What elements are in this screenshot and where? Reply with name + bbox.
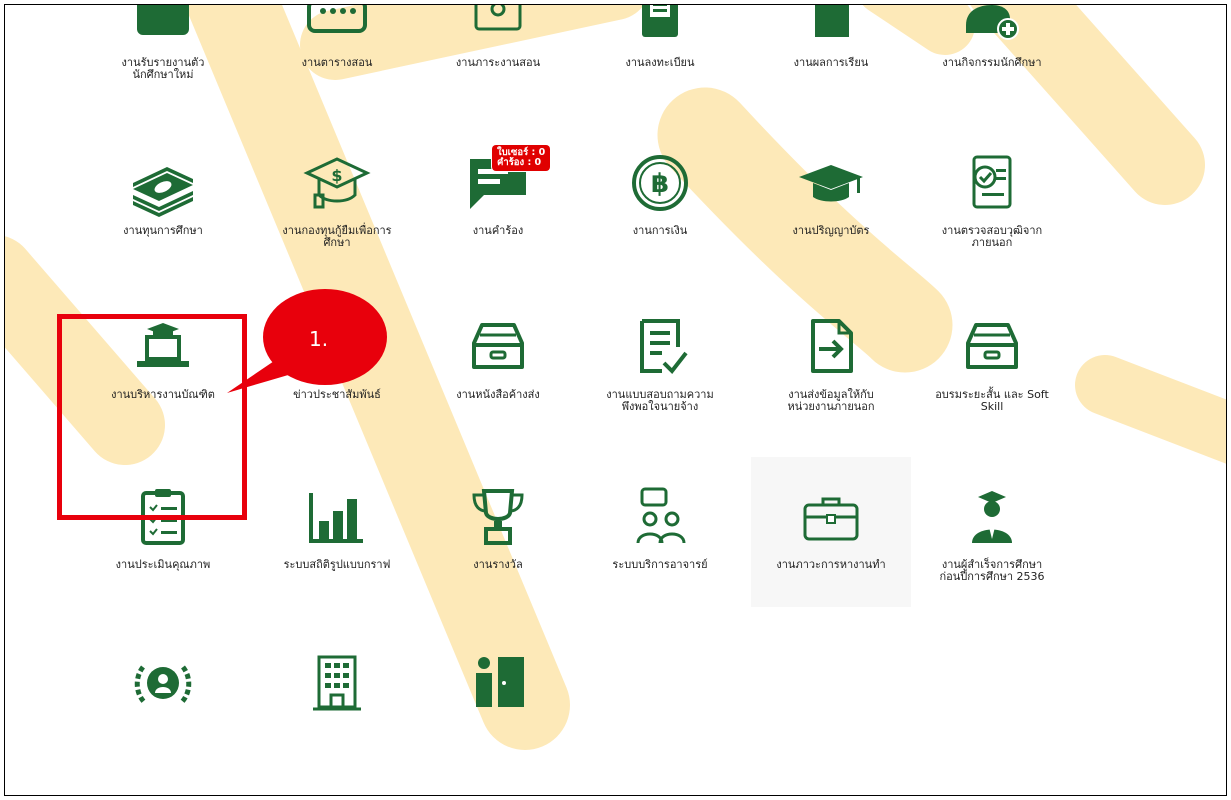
briefcase-icon xyxy=(791,477,871,557)
inbox-tray-icon xyxy=(458,307,538,387)
laurel-group-icon xyxy=(123,643,203,723)
menu-tile[interactable]: ระบบบริการอาจารย์ xyxy=(580,457,740,607)
menu-tile-label: งานรางวัล xyxy=(473,558,523,571)
menu-tile-label: งานแบบสอบถามความ พึงพอใจนายจ้าง xyxy=(606,388,714,413)
building-icon xyxy=(297,643,377,723)
menu-tile[interactable]: งานแบบสอบถามความ พึงพอใจนายจ้าง xyxy=(580,287,740,437)
document-icon xyxy=(791,5,871,55)
menu-tile-label: งานคำร้อง xyxy=(472,224,524,237)
menu-tile[interactable]: งานตรวจสอบวุฒิจาก ภายนอก xyxy=(912,123,1072,273)
menu-tile-label: งานทุนการศึกษา xyxy=(123,224,203,237)
menu-tile-label: งานลงทะเบียน xyxy=(625,56,695,69)
graduation-cap-icon xyxy=(791,143,871,223)
menu-tile[interactable]: งานคำร้อง ใบเซอร์ : 0 คำร้อง : 0 xyxy=(418,123,578,273)
inbox-tray-icon xyxy=(952,307,1032,387)
menu-tile[interactable]: งานตารางสอน xyxy=(257,5,417,105)
menu-tile[interactable]: งานภาระงานสอน xyxy=(418,5,578,105)
menu-tile[interactable]: งานรางวัล xyxy=(418,457,578,607)
certificate-check-icon xyxy=(952,143,1032,223)
consultation-icon xyxy=(620,477,700,557)
loan-cap-icon: $ xyxy=(297,143,377,223)
bar-chart-icon xyxy=(297,477,377,557)
id-card-icon xyxy=(123,5,203,55)
menu-tile[interactable] xyxy=(83,623,243,773)
step-callout-bubble xyxy=(227,289,387,393)
menu-tile[interactable]: ฿งานการเงิน xyxy=(580,123,740,273)
menu-tile[interactable]: งานภาวะการหางานทำ xyxy=(751,457,911,607)
menu-tile-label: งานการเงิน xyxy=(632,224,688,237)
trophy-icon xyxy=(458,477,538,557)
menu-tile-label: งานส่งข้อมูลให้กับ หน่วยงานภายนอก xyxy=(787,388,875,413)
menu-tile[interactable]: งานลงทะเบียน xyxy=(580,5,740,105)
file-export-icon xyxy=(791,307,871,387)
menu-tile-label: งานหนังสือค้างส่ง xyxy=(456,388,540,401)
baht-coin-icon: ฿ xyxy=(620,143,700,223)
menu-tile-label: งานรับรายงานตัว นักศึกษาใหม่ xyxy=(121,56,205,81)
menu-tile[interactable]: อบรมระยะสั้น และ Soft Skill xyxy=(912,287,1072,437)
menu-tile[interactable]: ระบบสถิติรูปแบบกราฟ xyxy=(257,457,417,607)
keyboard-icon xyxy=(297,5,377,55)
menu-tile-label: งานภาวะการหางานทำ xyxy=(776,558,886,571)
menu-tile-label: งานปริญญาบัตร xyxy=(792,224,870,237)
group-add-icon xyxy=(952,5,1032,55)
step-number: 1. xyxy=(309,327,329,351)
menu-tile-label: งานผู้สำเร็จการศึกษา ก่อนปีการศึกษา 2536 xyxy=(939,558,1045,583)
menu-tile[interactable]: งานผู้สำเร็จการศึกษา ก่อนปีการศึกษา 2536 xyxy=(912,457,1072,607)
menu-tile[interactable]: งานผลการเรียน xyxy=(751,5,911,105)
menu-tile-label: งานกองทุนกู้ยืมเพื่อการ ศึกษา xyxy=(282,224,392,249)
survey-check-icon xyxy=(620,307,700,387)
menu-tile-label: งานกิจกรรมนักศึกษา xyxy=(942,56,1042,69)
money-stack-icon xyxy=(123,143,203,223)
menu-tile-label: ระบบบริการอาจารย์ xyxy=(612,558,708,571)
menu-tile[interactable]: งานกิจกรรมนักศึกษา xyxy=(912,5,1072,105)
teacher-icon xyxy=(458,5,538,55)
menu-tile[interactable]: งานปริญญาบัตร xyxy=(751,123,911,273)
menu-tile-label: งานประเมินคุณภาพ xyxy=(115,558,211,571)
menu-tile[interactable]: $ งานกองทุนกู้ยืมเพื่อการ ศึกษา xyxy=(257,123,417,273)
menu-tile-label: ระบบสถิติรูปแบบกราฟ xyxy=(283,558,391,571)
menu-tile-label: งานตรวจสอบวุฒิจาก ภายนอก xyxy=(941,224,1043,249)
menu-tile[interactable]: งานทุนการศึกษา xyxy=(83,123,243,273)
request-count-badge: ใบเซอร์ : 0 คำร้อง : 0 xyxy=(492,145,551,171)
menu-tile-label: งานผลการเรียน xyxy=(793,56,869,69)
menu-tile-label: งานตารางสอน xyxy=(301,56,373,69)
menu-tile-label: งานภาระงานสอน xyxy=(455,56,541,69)
menu-tile[interactable] xyxy=(418,623,578,773)
screenshot-frame: งานรับรายงานตัว นักศึกษาใหม่ งานตารางสอนง… xyxy=(4,4,1227,796)
graduate-person-icon xyxy=(952,477,1032,557)
menu-tile[interactable] xyxy=(257,623,417,773)
svg-text:$: $ xyxy=(331,166,342,185)
register-icon xyxy=(620,5,700,55)
menu-tile[interactable]: งานส่งข้อมูลให้กับ หน่วยงานภายนอก xyxy=(751,287,911,437)
svg-text:฿: ฿ xyxy=(651,169,669,199)
menu-tile-label: อบรมระยะสั้น และ Soft Skill xyxy=(935,388,1049,413)
person-door-icon xyxy=(458,643,538,723)
menu-tile[interactable]: งานรับรายงานตัว นักศึกษาใหม่ xyxy=(83,5,243,105)
menu-tile[interactable]: งานหนังสือค้างส่ง xyxy=(418,287,578,437)
